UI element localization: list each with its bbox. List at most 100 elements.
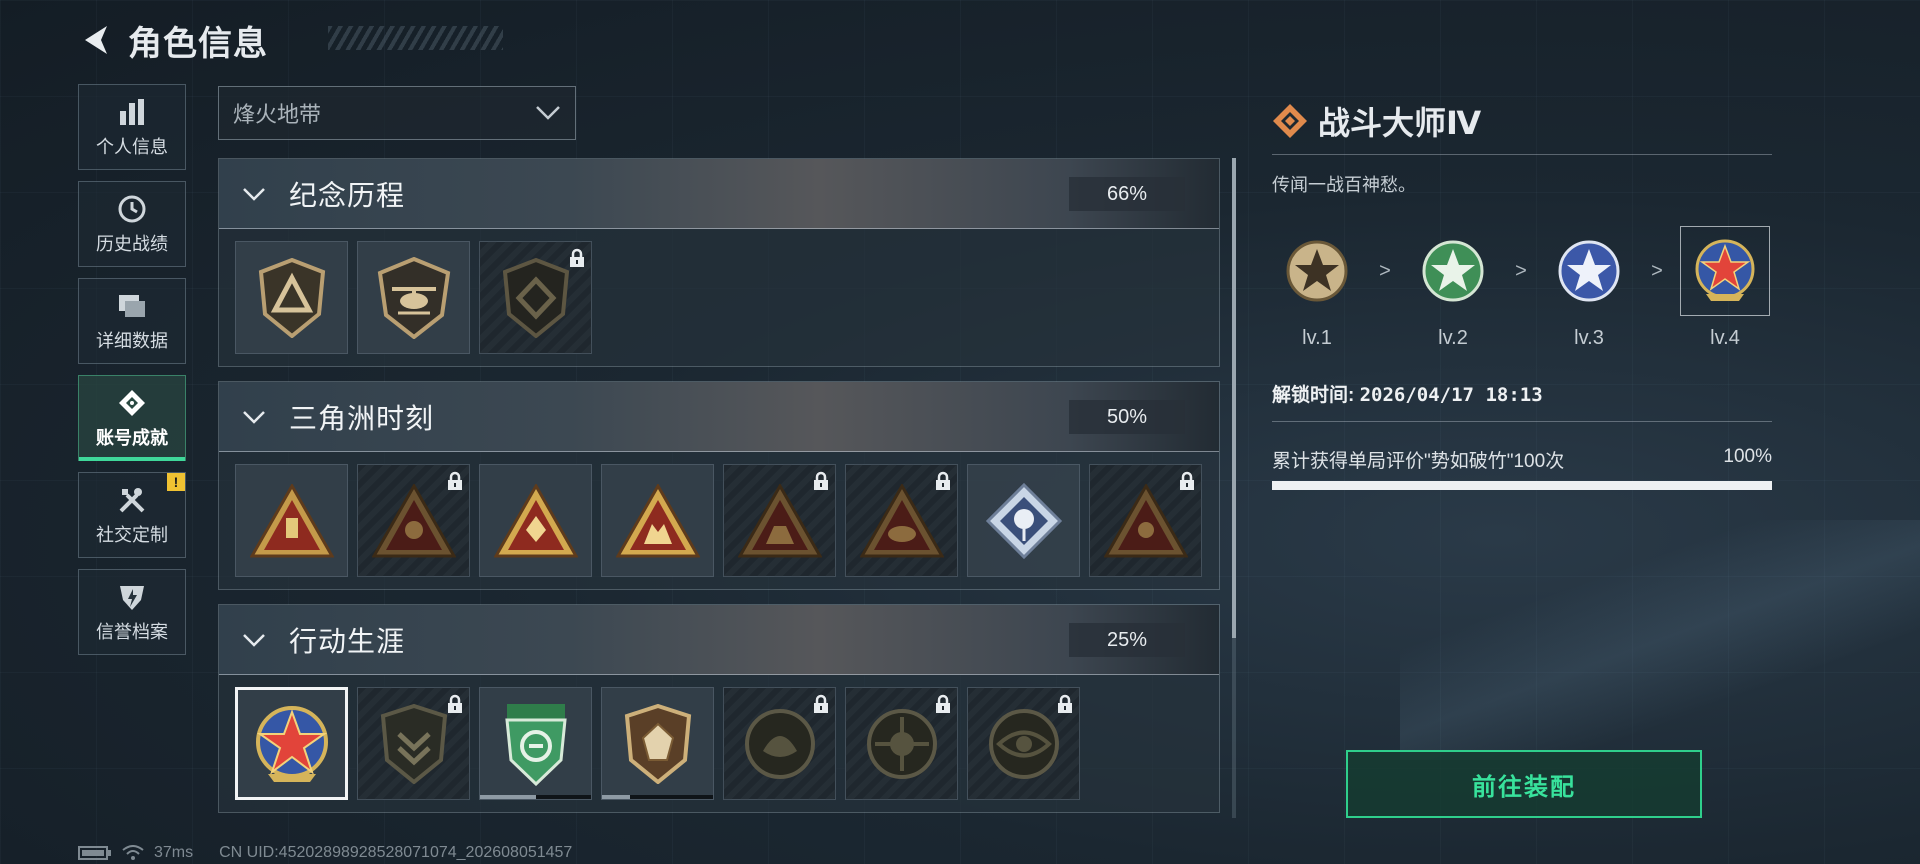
divider bbox=[1272, 154, 1772, 155]
medal-slot[interactable] bbox=[479, 687, 592, 800]
requirement-progress-fill bbox=[1272, 481, 1772, 490]
lock-icon bbox=[936, 471, 950, 490]
eye-emblem-icon bbox=[988, 708, 1059, 779]
category-header[interactable]: 纪念历程 66% bbox=[219, 159, 1219, 229]
sidebar-item-social[interactable]: 社交定制 ! bbox=[78, 472, 186, 558]
level-badge-4[interactable] bbox=[1680, 226, 1770, 316]
medal-slot[interactable] bbox=[723, 687, 836, 800]
achievement-category-list: 纪念历程 66% 三角洲时刻 50% 行动生涯 25% bbox=[218, 158, 1220, 818]
sidebar-item-label: 历史战绩 bbox=[96, 234, 168, 254]
medal-grid bbox=[219, 675, 1219, 812]
unlock-time-row: 解锁时间: 2026/04/17 18:13 bbox=[1272, 380, 1772, 407]
medal-slot[interactable] bbox=[723, 464, 836, 577]
unlock-time-value: 2026/04/17 18:13 bbox=[1359, 384, 1543, 406]
page-header: 角色信息 bbox=[78, 18, 503, 63]
medal-slot[interactable] bbox=[845, 464, 958, 577]
crosshair-emblem-icon bbox=[866, 708, 937, 779]
medal-slot[interactable] bbox=[357, 241, 470, 354]
battery-icon bbox=[78, 846, 111, 860]
sidebar-item-personal-info[interactable]: 个人信息 bbox=[78, 84, 186, 170]
medal-slot[interactable] bbox=[1089, 464, 1202, 577]
scrollbar-thumb[interactable] bbox=[1232, 158, 1236, 638]
medal-slot[interactable] bbox=[357, 464, 470, 577]
triangle-medal-icon bbox=[737, 483, 822, 557]
medal-slot[interactable] bbox=[479, 464, 592, 577]
level-label: lv.2 bbox=[1438, 327, 1468, 349]
category-panel: 行动生涯 25% bbox=[218, 604, 1220, 813]
level-4-medal-icon bbox=[1695, 239, 1755, 301]
rose-diamond-icon bbox=[985, 482, 1062, 559]
sidebar-item-achievements[interactable]: 账号成就 bbox=[78, 375, 186, 461]
requirement-text: 累计获得单局评价"势如破竹"100次 bbox=[1272, 451, 1565, 472]
level-labels: lv.1 lv.2 lv.3 lv.4 bbox=[1272, 327, 1772, 350]
lock-icon bbox=[814, 694, 828, 713]
go-equip-button[interactable]: 前往装配 bbox=[1346, 750, 1702, 818]
sidebar-item-label: 账号成就 bbox=[96, 428, 168, 448]
sidebar-item-history[interactable]: 历史战绩 bbox=[78, 181, 186, 267]
category-panel: 纪念历程 66% bbox=[218, 158, 1220, 367]
achievement-description: 传闻一战百神愁。 bbox=[1272, 175, 1416, 195]
medal-slot[interactable] bbox=[235, 464, 348, 577]
level-label: lv.4 bbox=[1710, 327, 1740, 349]
back-button[interactable] bbox=[78, 22, 114, 58]
achievement-title: 战斗大师Ⅳ bbox=[1318, 105, 1482, 141]
sidebar-item-reputation[interactable]: 信誉档案 bbox=[78, 569, 186, 655]
bar-chart-icon bbox=[115, 95, 149, 129]
medal-progress bbox=[602, 795, 630, 799]
chevron-down-icon bbox=[243, 633, 265, 647]
level-arrow: > bbox=[1515, 259, 1527, 282]
medal-slot[interactable] bbox=[601, 687, 714, 800]
round-emblem-icon bbox=[744, 708, 815, 779]
warning-badge: ! bbox=[167, 473, 185, 491]
category-panel: 三角洲时刻 50% bbox=[218, 381, 1220, 590]
clock-icon bbox=[115, 192, 149, 226]
medal-slot[interactable] bbox=[357, 687, 470, 800]
medal-slot[interactable] bbox=[845, 687, 958, 800]
level-1-medal-icon bbox=[1286, 240, 1348, 302]
level-badge-3[interactable] bbox=[1544, 226, 1634, 316]
level-arrow: > bbox=[1379, 259, 1391, 282]
shield-bolt-icon bbox=[115, 580, 149, 614]
medal-grid bbox=[219, 452, 1219, 589]
medal-slot[interactable] bbox=[967, 687, 1080, 800]
chevron-down-icon bbox=[243, 187, 265, 201]
gem-shield-icon bbox=[624, 703, 691, 784]
level-label: lv.1 bbox=[1302, 327, 1332, 349]
star-badge-icon bbox=[255, 705, 328, 782]
diamond-shield-icon bbox=[502, 257, 569, 338]
medal-slot[interactable] bbox=[479, 241, 592, 354]
requirement-percent: 100% bbox=[1723, 446, 1772, 467]
requirement-row: 累计获得单局评价"势如破竹"100次 100% bbox=[1272, 446, 1772, 473]
achievement-detail-panel: 战斗大师Ⅳ 传闻一战百神愁。 > > > lv.1 lv.2 lv.3 lv.4… bbox=[1272, 96, 1772, 490]
category-percent: 66% bbox=[1069, 177, 1185, 211]
mode-select[interactable]: 烽火地带 bbox=[218, 86, 576, 140]
medal-slot[interactable] bbox=[235, 241, 348, 354]
sidebar-item-details[interactable]: 详细数据 bbox=[78, 278, 186, 364]
green-shield-icon bbox=[504, 703, 567, 786]
level-2-medal-icon bbox=[1422, 240, 1484, 302]
tools-icon bbox=[115, 483, 149, 517]
triangle-medal-icon bbox=[1103, 483, 1188, 557]
unlock-time-label: 解锁时间: bbox=[1272, 385, 1355, 406]
mode-select-value: 烽火地带 bbox=[233, 102, 322, 127]
medal-slot[interactable] bbox=[601, 464, 714, 577]
category-header[interactable]: 三角洲时刻 50% bbox=[219, 382, 1219, 452]
back-arrow-icon bbox=[85, 26, 107, 54]
lock-icon bbox=[1058, 694, 1072, 713]
triangle-medal-icon bbox=[859, 483, 944, 557]
lock-icon bbox=[936, 694, 950, 713]
divider bbox=[1272, 421, 1772, 422]
category-header[interactable]: 行动生涯 25% bbox=[219, 605, 1219, 675]
level-badge-2[interactable] bbox=[1408, 226, 1498, 316]
chevron-shield-icon bbox=[380, 703, 447, 784]
medal-slot[interactable] bbox=[967, 464, 1080, 577]
level-progression: > > > bbox=[1272, 225, 1772, 317]
medal-slot-selected[interactable] bbox=[235, 687, 348, 800]
wifi-icon bbox=[122, 845, 144, 860]
status-footer: 37ms CN UID:452028989285280710​74_202608… bbox=[78, 844, 572, 862]
level-badge-1[interactable] bbox=[1272, 226, 1362, 316]
level-arrow: > bbox=[1651, 259, 1663, 282]
helicopter-shield-icon bbox=[377, 256, 450, 339]
lock-icon bbox=[814, 471, 828, 490]
lock-icon bbox=[570, 248, 584, 267]
